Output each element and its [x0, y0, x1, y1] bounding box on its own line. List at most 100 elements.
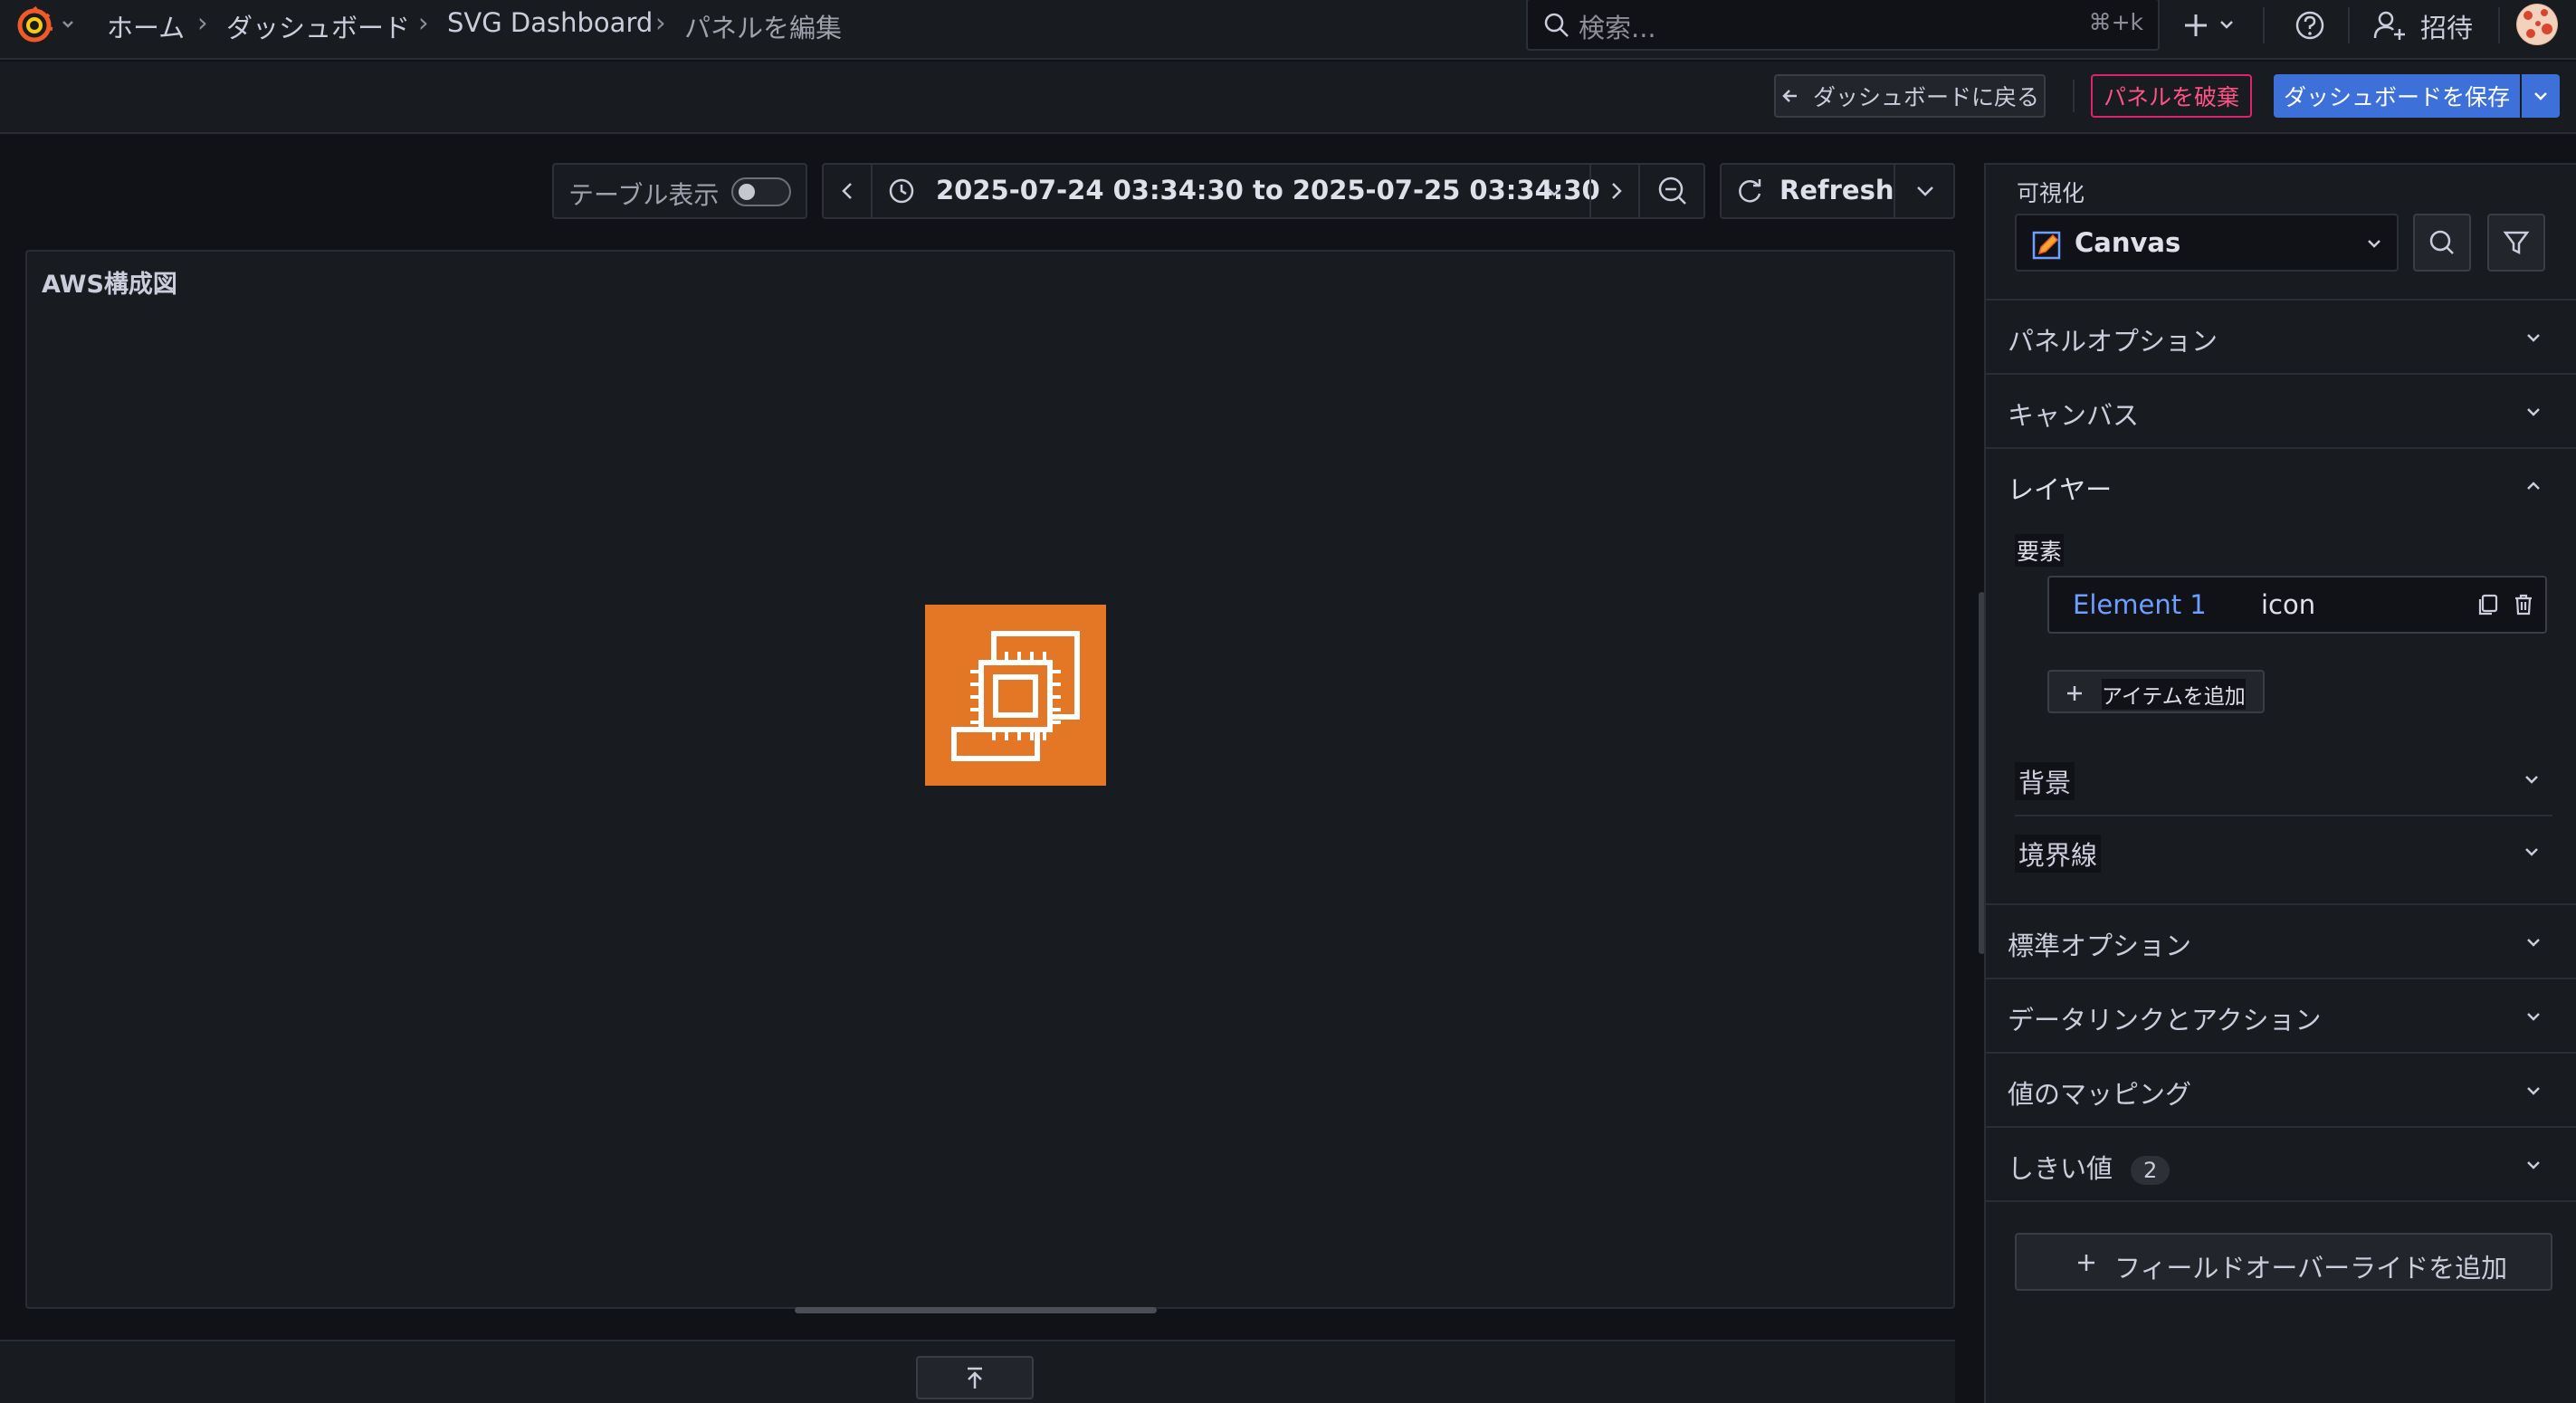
section-canvas[interactable]: キャンバス [1986, 375, 2576, 449]
trash-icon[interactable] [2511, 592, 2536, 617]
section-label: 境界線 [2015, 835, 2102, 873]
divider [2263, 7, 2265, 43]
chevron-down-icon [1544, 182, 1564, 202]
divider [2498, 7, 2500, 43]
refresh-interval-button[interactable] [1897, 165, 1953, 217]
refresh-label: Refresh [1779, 175, 1894, 205]
chevron-down-icon [1917, 186, 1933, 196]
chevron-down-icon [2524, 402, 2543, 422]
aws-ec2-icon[interactable] [925, 605, 1106, 786]
breadcrumb-separator: › [655, 7, 666, 38]
thresholds-label: しきい値 [2008, 1153, 2113, 1184]
chevron-down-icon [2522, 842, 2542, 862]
clock-icon [887, 177, 916, 205]
section-panel-options[interactable]: パネルオプション [1986, 301, 2576, 375]
search-icon [2429, 230, 2454, 254]
table-view-label: テーブル表示 [568, 180, 720, 210]
visualization-picker[interactable]: Canvas [2015, 214, 2399, 272]
discard-label: パネルを破棄 [2103, 84, 2239, 110]
chevron-down-icon [2524, 932, 2543, 952]
breadcrumb-home[interactable]: ホーム [107, 7, 185, 45]
elements-label: 要素 [2015, 534, 2065, 567]
chevron-down-icon [2524, 1155, 2543, 1175]
search-placeholder: 検索... [1579, 13, 1656, 43]
chevron-down-icon [2522, 769, 2542, 789]
refresh-button[interactable]: Refresh [1722, 165, 1895, 217]
search-input[interactable]: 検索... ⌘+k [1526, 0, 2160, 51]
zoom-out-icon [1658, 177, 1686, 205]
filter-options-button[interactable] [2487, 214, 2545, 272]
breadcrumb-current: パネルを編集 [684, 13, 843, 43]
section-standard-options[interactable]: 標準オプション [1986, 905, 2576, 979]
back-label: ダッシュボードに戻る [1812, 84, 2039, 110]
invite-button[interactable]: 招待 [2371, 5, 2480, 45]
element-type: icon [2261, 589, 2316, 620]
duplicate-icon[interactable] [2475, 592, 2500, 617]
chevron-left-icon [842, 183, 852, 199]
search-icon [1542, 11, 1571, 40]
help-icon[interactable] [2292, 7, 2328, 43]
chevron-up-icon [2524, 476, 2543, 496]
expand-data-pane-button[interactable] [916, 1356, 1034, 1399]
search-options-button[interactable] [2413, 214, 2471, 272]
add-item-button[interactable]: アイテムを追加 [2047, 670, 2265, 713]
chevron-right-icon [1612, 183, 1622, 199]
section-layers[interactable]: レイヤー [1986, 449, 2576, 523]
time-range-button[interactable]: 2025-07-24 03:34:30 to 2025-07-25 03:34:… [874, 165, 1600, 217]
new-menu-button[interactable] [2181, 7, 2245, 43]
section-label: 背景 [2015, 762, 2075, 800]
horizontal-scrollbar[interactable] [795, 1307, 1157, 1313]
visualization-value: Canvas [2075, 227, 2181, 258]
divider [2073, 80, 2075, 112]
panel-title[interactable]: AWS構成図 [42, 264, 177, 300]
avatar[interactable] [2516, 4, 2558, 45]
zoom-out-button[interactable] [1642, 165, 1703, 217]
section-label: 標準オプション [2008, 931, 2192, 961]
chevron-down-icon [2532, 87, 2550, 105]
grafana-logo[interactable] [13, 5, 76, 45]
add-user-icon [2371, 9, 2408, 42]
element-name[interactable]: Element 1 [2073, 589, 2207, 620]
layer-element-row[interactable]: Element 1 icon [2047, 576, 2547, 634]
section-thresholds[interactable]: しきい値 2 [1986, 1128, 2576, 1202]
section-label: キャンバス [2008, 400, 2140, 431]
refresh-icon [1734, 176, 1765, 206]
section-label: 値のマッピング [2008, 1079, 2192, 1110]
section-border[interactable]: 境界線 [2015, 818, 2552, 892]
back-to-dashboard-button[interactable]: ダッシュボードに戻る [1774, 74, 2046, 118]
section-label: パネルオプション [2008, 326, 2218, 357]
save-dashboard-button[interactable]: ダッシュボードを保存 [2274, 74, 2520, 118]
chevron-down-icon [2524, 1081, 2543, 1101]
thresholds-count-badge: 2 [2131, 1156, 2171, 1185]
add-item-label: アイテムを追加 [2102, 679, 2246, 710]
arrow-to-top-icon [968, 1367, 982, 1389]
section-background[interactable]: 背景 [2015, 742, 2552, 816]
time-shift-forward-button[interactable] [1589, 165, 1640, 217]
add-field-override-button[interactable]: フィールドオーバーライドを追加 [2015, 1233, 2552, 1291]
chevron-down-icon [2524, 1007, 2543, 1026]
chevron-down-icon [2364, 234, 2384, 253]
breadcrumb-separator: › [418, 7, 429, 38]
save-options-button[interactable] [2522, 74, 2560, 118]
time-range-label: 2025-07-24 03:34:30 to 2025-07-25 03:34:… [936, 175, 1600, 205]
divider [2348, 7, 2350, 43]
discard-panel-button[interactable]: パネルを破棄 [2091, 74, 2252, 118]
save-label: ダッシュボードを保存 [2283, 84, 2510, 110]
divider [2158, 7, 2160, 43]
section-label: レイヤー [2008, 474, 2113, 505]
breadcrumb-dashboards[interactable]: ダッシュボード [226, 7, 410, 45]
breadcrumb-dashboard[interactable]: SVG Dashboard [447, 7, 653, 38]
add-override-label: フィールドオーバーライドを追加 [2114, 1253, 2508, 1284]
section-value-mappings[interactable]: 値のマッピング [1986, 1054, 2576, 1128]
table-view-switch[interactable] [731, 177, 791, 206]
filter-icon [2503, 231, 2530, 255]
plus-icon [2075, 1251, 2098, 1274]
section-label: データリンクとアクション [2008, 1005, 2322, 1036]
time-shift-back-button[interactable] [824, 165, 873, 217]
chevron-down-icon [2524, 328, 2543, 348]
section-label: しきい値 2 [2008, 1148, 2171, 1186]
search-shortcut: ⌘+k [2088, 9, 2143, 35]
visualization-label: 可視化 [2017, 180, 2085, 206]
section-data-links[interactable]: データリンクとアクション [1986, 979, 2576, 1054]
invite-label: 招待 [2420, 13, 2474, 43]
